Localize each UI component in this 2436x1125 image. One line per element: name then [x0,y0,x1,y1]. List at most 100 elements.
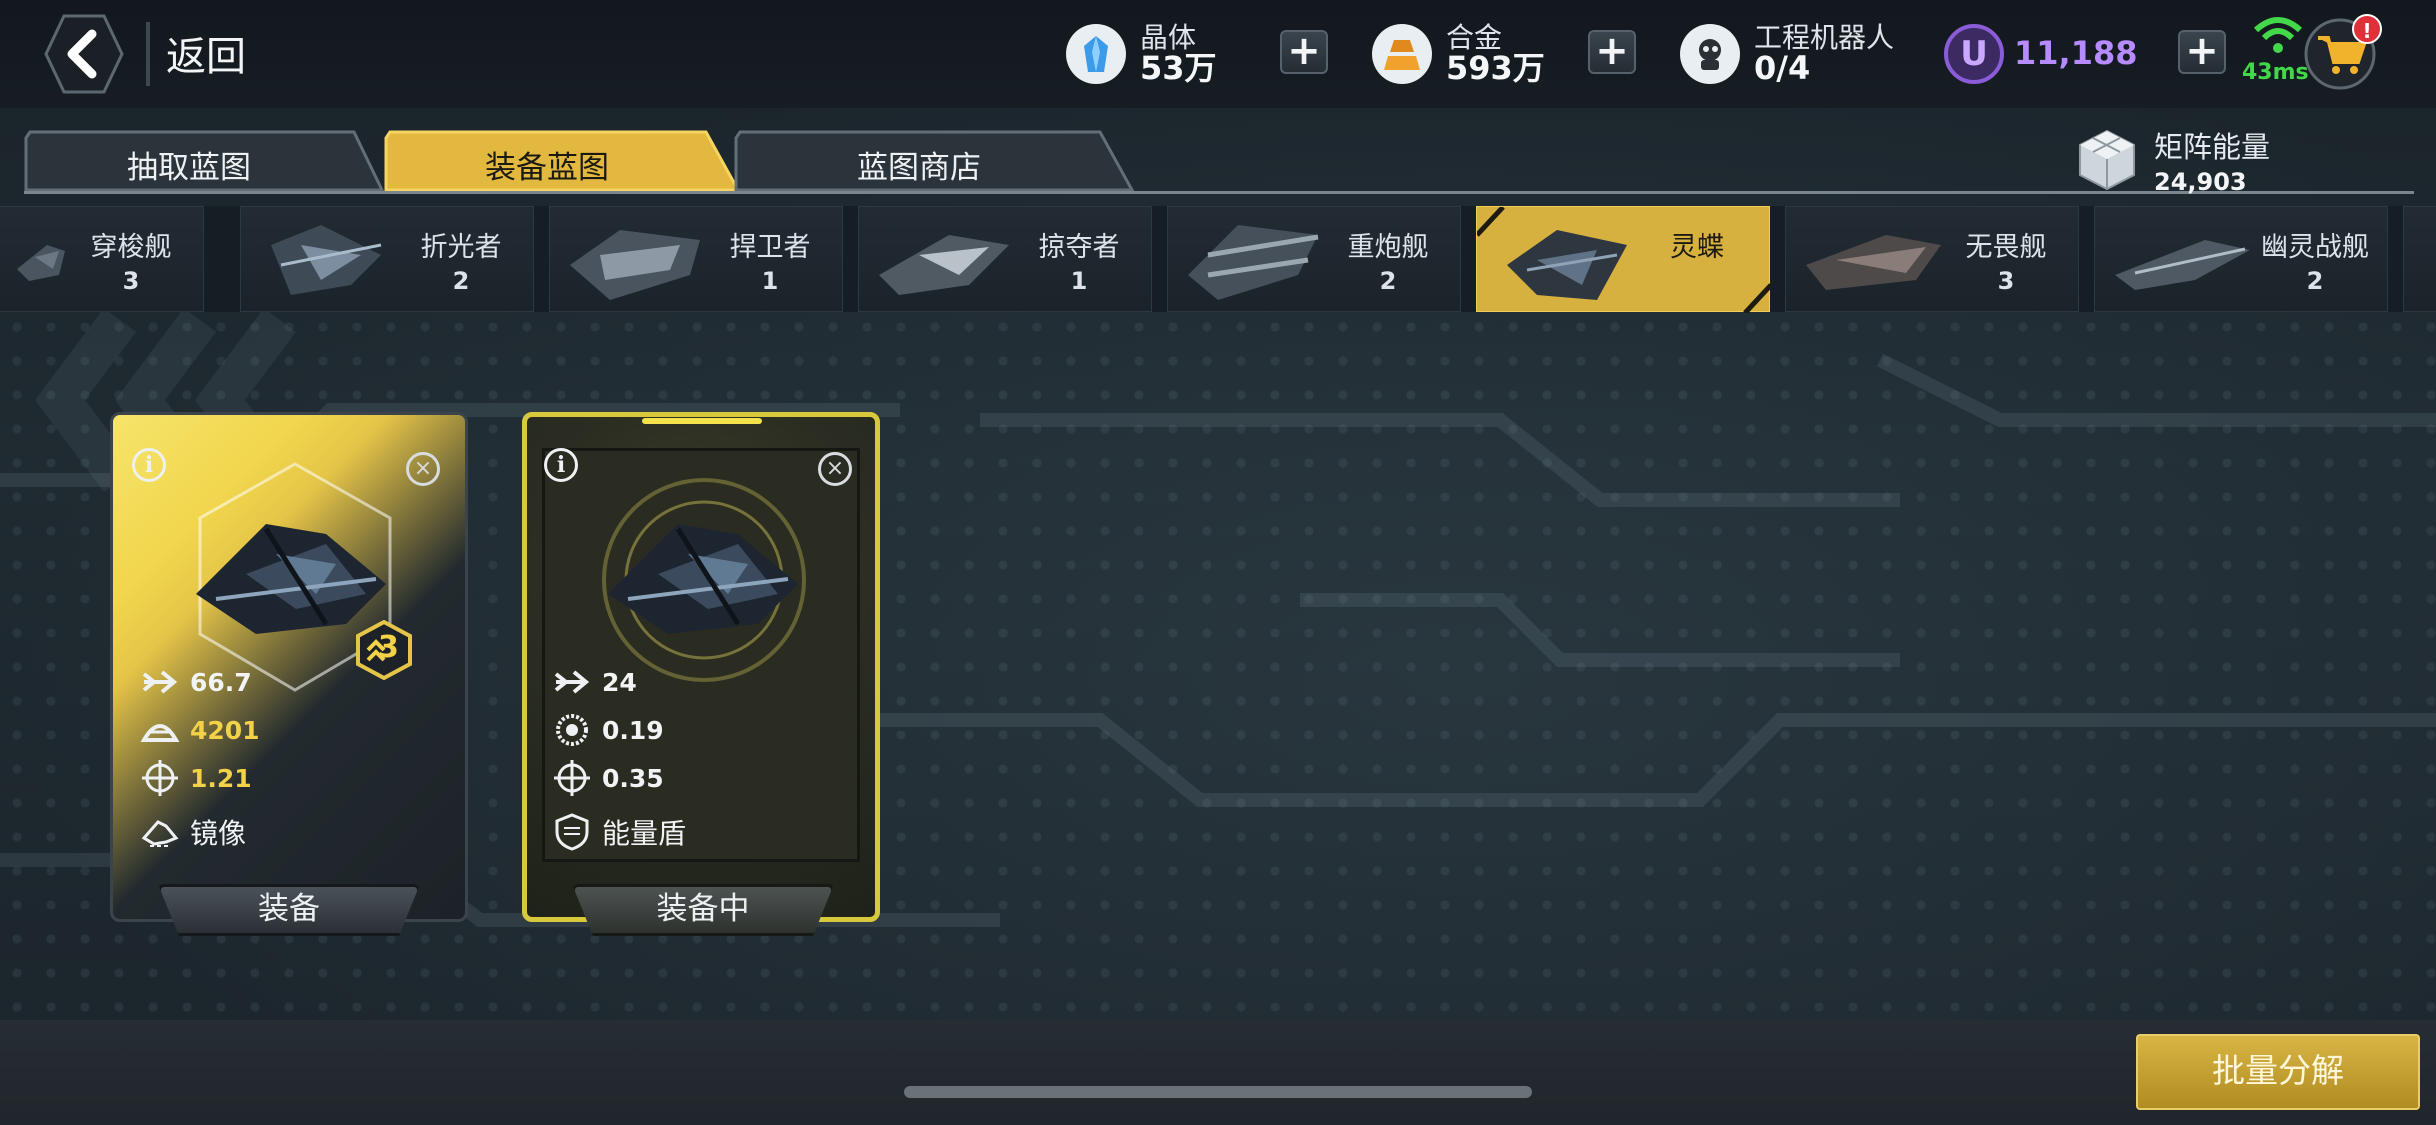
level-badge-value: 3 [378,630,399,665]
stat-ability-value: 镜像 [190,817,247,850]
ship-item-heavy-gunship[interactable]: 重炮舰 2 [1167,206,1461,312]
resource-robot-value: 0/4 [1754,48,1811,87]
ship-item-shuttle[interactable]: 穿梭舰 3 [0,206,204,312]
cart-alert-badge: ! [2352,14,2382,44]
armor-dome-icon [140,724,180,742]
ship-type-row: 穿梭舰 3 折光者 2 捍卫者 1 掠夺者 1 重炮舰 2 灵蝶 无畏舰 3 幽… [0,206,2436,313]
equipped-button[interactable]: 装备中 [572,884,834,936]
ship-name: 灵蝶 [1670,232,1724,263]
back-divider [146,22,150,86]
stat-accuracy-value: 1.21 [190,763,252,793]
stat-ability: 能量盾 [552,812,686,852]
crosshair-icon [142,760,178,796]
ship-item-phantom[interactable]: 幽灵战舰 2 [2094,206,2388,312]
resource-alloy-value: 593万 [1446,48,1545,87]
u-currency-value: 11,188 [2014,34,2138,72]
info-icon[interactable]: i [544,448,578,482]
blueprint-card-equipped[interactable]: i × 24 0.19 0.35 能量盾 装备中 [522,412,880,936]
speed-arrow-icon [142,670,178,694]
ping-value: 43ms [2242,60,2309,85]
ship-item-lingdie[interactable]: 灵蝶 [1476,206,1771,313]
ship-item-dreadnought[interactable]: 无畏舰 3 [1785,206,2079,312]
ship-name: 穿梭舰 [90,232,172,263]
card-top-glow [642,418,762,424]
info-icon[interactable]: i [132,448,166,482]
stat-accuracy-value: 0.35 [602,763,664,793]
stat-armor: 4201 [140,710,260,750]
bulk-dismantle-button[interactable]: 批量分解 [2136,1034,2420,1110]
tab-draw-blueprint[interactable]: 抽取蓝图 [24,130,384,192]
stat-accuracy: 1.21 [140,758,252,798]
resource-crystal-label: 晶体 [1140,20,1197,54]
crosshair-icon [554,760,590,796]
u-currency-icon: U [1944,24,2004,84]
ship-image [608,524,798,634]
resource-robot-label: 工程机器人 [1754,20,1895,54]
matrix-cube-icon [2079,129,2135,191]
ship-count: 1 [761,267,779,295]
ship-count: 3 [122,267,140,295]
mirror-ship-icon [141,820,179,847]
tab-blueprint-shop[interactable]: 蓝图商店 [734,130,1134,192]
game-screen: 返回 晶体 53万 + 合金 593万 + 工程机器人 0/4 U 11,188… [0,0,2436,1125]
matrix-energy-value: 24,903 [2154,168,2247,196]
close-icon[interactable]: × [406,452,440,486]
matrix-energy: 矩阵能量 24,903 [2074,122,2270,198]
back-button[interactable] [44,12,124,96]
ship-item-partial[interactable] [2403,206,2436,312]
close-icon[interactable]: × [818,452,852,486]
equip-button[interactable]: 装备 [158,884,420,936]
ship-item-plunderer[interactable]: 掠夺者 1 [858,206,1152,312]
stat-speed-value: 66.7 [190,667,252,697]
ship-name: 掠夺者 [1038,232,1120,263]
ship-count: 2 [2306,267,2324,295]
tab-draw-blueprint-label: 抽取蓝图 [127,150,251,186]
ship-name: 幽灵战舰 [2261,232,2369,263]
resource-alloy-label: 合金 [1446,20,1503,54]
ship-count: 2 [1379,267,1397,295]
ship-name: 折光者 [420,232,502,263]
ship-item-defender[interactable]: 捍卫者 1 [549,206,843,312]
ship-thumbnail [570,230,700,300]
ship-count: 1 [1070,267,1088,295]
back-arrow-icon [44,14,124,94]
stat-fire-rate-value: 0.19 [602,715,664,745]
stat-speed-value: 24 [602,667,637,697]
add-crystal-button[interactable]: + [1280,30,1328,74]
tab-equip-blueprint[interactable]: 装备蓝图 [384,130,740,192]
resource-crystal-value: 53万 [1140,48,1217,87]
home-indicator[interactable] [904,1086,1532,1098]
stat-fire-rate: 0.19 [552,710,664,750]
ship-thumbnail [271,225,382,295]
speed-arrow-icon [554,670,590,694]
stat-ability-value: 能量盾 [602,817,687,850]
ship-thumbnail [879,235,1009,295]
tab-equip-blueprint-label: 装备蓝图 [485,150,609,186]
blueprint-card[interactable]: i × 3 66.7 4201 1.21 镜像 装备 [110,412,468,936]
stat-armor-value: 4201 [190,715,260,745]
ship-name: 重炮舰 [1347,232,1429,263]
resource-robot[interactable]: 工程机器人 0/4 [1680,16,1894,92]
shop-cart-button[interactable]: ! [2302,12,2382,92]
gear-ring-icon [556,714,588,746]
add-alloy-button[interactable]: + [1588,30,1636,74]
matrix-energy-label: 矩阵能量 [2154,130,2271,164]
tab-blueprint-shop-label: 蓝图商店 [857,150,981,186]
resource-alloy[interactable]: 合金 593万 [1372,16,1545,92]
tab-underline [24,191,2414,194]
ship-item-refractor[interactable]: 折光者 2 [240,206,534,312]
ship-thumbnail [2115,240,2250,290]
ship-thumbnail [1188,225,1319,300]
resource-crystal[interactable]: 晶体 53万 [1066,16,1217,92]
back-label[interactable]: 返回 [166,24,246,82]
stat-ability: 镜像 [140,812,246,852]
robot-icon [1680,24,1740,84]
stat-speed: 66.7 [140,662,252,702]
ship-count: 2 [452,267,470,295]
bottom-bar [0,1020,2436,1125]
stat-speed: 24 [552,662,637,702]
alloy-icon [1372,24,1432,84]
ship-name: 无畏舰 [1965,232,2047,263]
ship-thumbnail [1806,235,1941,290]
add-u-currency-button[interactable]: + [2178,30,2226,74]
